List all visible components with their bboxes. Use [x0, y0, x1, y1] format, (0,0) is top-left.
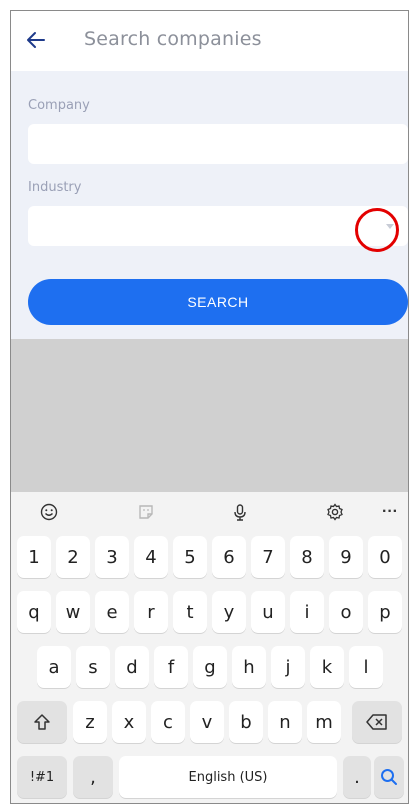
- space-key[interactable]: English (US): [119, 756, 337, 798]
- key-b[interactable]: b: [229, 701, 263, 743]
- comma-key[interactable]: ,: [73, 756, 113, 798]
- industry-label: Industry: [28, 180, 82, 195]
- industry-dropdown[interactable]: [28, 206, 408, 246]
- key-x[interactable]: x: [112, 701, 146, 743]
- key-g[interactable]: g: [193, 646, 227, 688]
- key-5[interactable]: 5: [173, 536, 207, 578]
- empty-results-area: [11, 339, 408, 492]
- more-icon[interactable]: ···: [378, 500, 402, 524]
- period-key[interactable]: .: [343, 756, 371, 798]
- search-input[interactable]: Search companies: [84, 28, 262, 50]
- key-z[interactable]: z: [73, 701, 107, 743]
- key-4[interactable]: 4: [134, 536, 168, 578]
- key-r[interactable]: r: [134, 591, 168, 633]
- search-icon: [381, 769, 397, 785]
- keyboard: ··· 1 2 3 4 5 6 7 8 9 0 q w e r t y u i …: [11, 492, 408, 803]
- key-t[interactable]: t: [173, 591, 207, 633]
- key-u[interactable]: u: [251, 591, 285, 633]
- microphone-icon[interactable]: [228, 500, 252, 524]
- emoji-icon[interactable]: [37, 500, 61, 524]
- shift-key[interactable]: [17, 701, 67, 743]
- key-j[interactable]: j: [271, 646, 305, 688]
- app-bar: Search companies: [11, 11, 408, 71]
- shift-icon: [34, 714, 50, 730]
- key-e[interactable]: e: [95, 591, 129, 633]
- key-h[interactable]: h: [232, 646, 266, 688]
- key-7[interactable]: 7: [251, 536, 285, 578]
- key-v[interactable]: v: [190, 701, 224, 743]
- key-c[interactable]: c: [151, 701, 185, 743]
- key-o[interactable]: o: [329, 591, 363, 633]
- key-0[interactable]: 0: [368, 536, 402, 578]
- key-q[interactable]: q: [17, 591, 51, 633]
- app-frame: Search companies Company Industry SEARCH…: [10, 10, 409, 804]
- highlight-circle: [355, 208, 399, 252]
- settings-icon[interactable]: [323, 500, 347, 524]
- key-i[interactable]: i: [290, 591, 324, 633]
- backspace-icon: [366, 714, 387, 730]
- key-l[interactable]: l: [349, 646, 383, 688]
- key-k[interactable]: k: [310, 646, 344, 688]
- key-y[interactable]: y: [212, 591, 246, 633]
- back-arrow-icon: [27, 32, 45, 48]
- search-key[interactable]: [374, 756, 404, 798]
- keyboard-toolbar: ···: [11, 492, 408, 532]
- search-button[interactable]: SEARCH: [28, 279, 408, 325]
- company-field[interactable]: [28, 124, 408, 164]
- sticker-icon[interactable]: [134, 500, 158, 524]
- key-2[interactable]: 2: [56, 536, 90, 578]
- key-w[interactable]: w: [56, 591, 90, 633]
- key-m[interactable]: m: [307, 701, 341, 743]
- key-s[interactable]: s: [76, 646, 110, 688]
- key-d[interactable]: d: [115, 646, 149, 688]
- key-6[interactable]: 6: [212, 536, 246, 578]
- symbols-key[interactable]: !#1: [17, 756, 67, 798]
- key-3[interactable]: 3: [95, 536, 129, 578]
- key-a[interactable]: a: [37, 646, 71, 688]
- key-p[interactable]: p: [368, 591, 402, 633]
- key-1[interactable]: 1: [17, 536, 51, 578]
- company-label: Company: [28, 98, 90, 113]
- backspace-key[interactable]: [352, 701, 402, 743]
- back-button[interactable]: [21, 25, 51, 55]
- key-9[interactable]: 9: [329, 536, 363, 578]
- key-8[interactable]: 8: [290, 536, 324, 578]
- key-n[interactable]: n: [268, 701, 302, 743]
- key-f[interactable]: f: [154, 646, 188, 688]
